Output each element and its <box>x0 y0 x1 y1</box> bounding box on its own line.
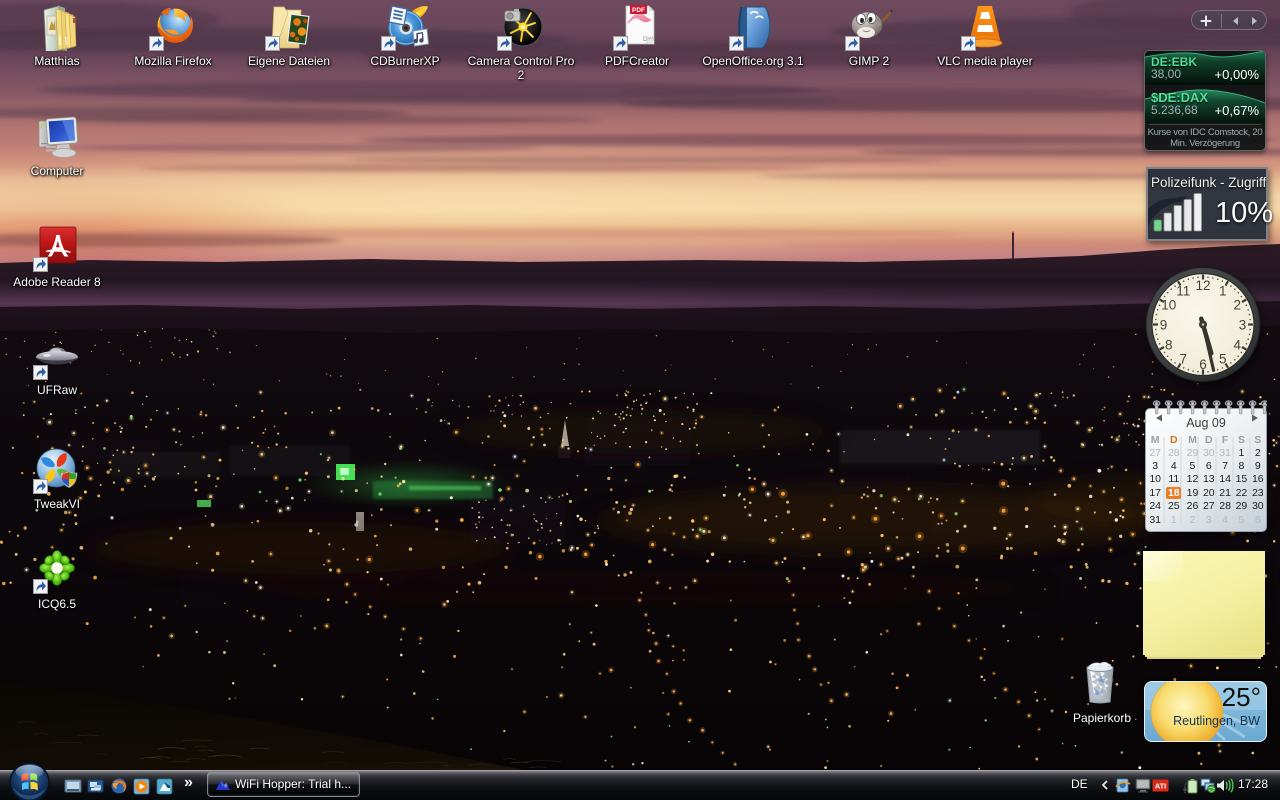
svg-text:8: 8 <box>1165 337 1173 352</box>
svg-text:10: 10 <box>1161 298 1176 313</box>
svg-text:3: 3 <box>1239 318 1247 333</box>
svg-text:5: 5 <box>1219 352 1227 367</box>
svg-text:7: 7 <box>1179 352 1187 367</box>
svg-text:9: 9 <box>1160 318 1168 333</box>
svg-text:4: 4 <box>1233 337 1241 352</box>
svg-text:12: 12 <box>1195 278 1210 293</box>
svg-text:ATI: ATI <box>1155 782 1167 791</box>
svg-text:6: 6 <box>1199 357 1207 372</box>
svg-text:11: 11 <box>1176 283 1190 298</box>
svg-text:PDF: PDF <box>632 7 645 14</box>
svg-text:2: 2 <box>1233 298 1241 313</box>
svg-text:1: 1 <box>1219 283 1227 298</box>
